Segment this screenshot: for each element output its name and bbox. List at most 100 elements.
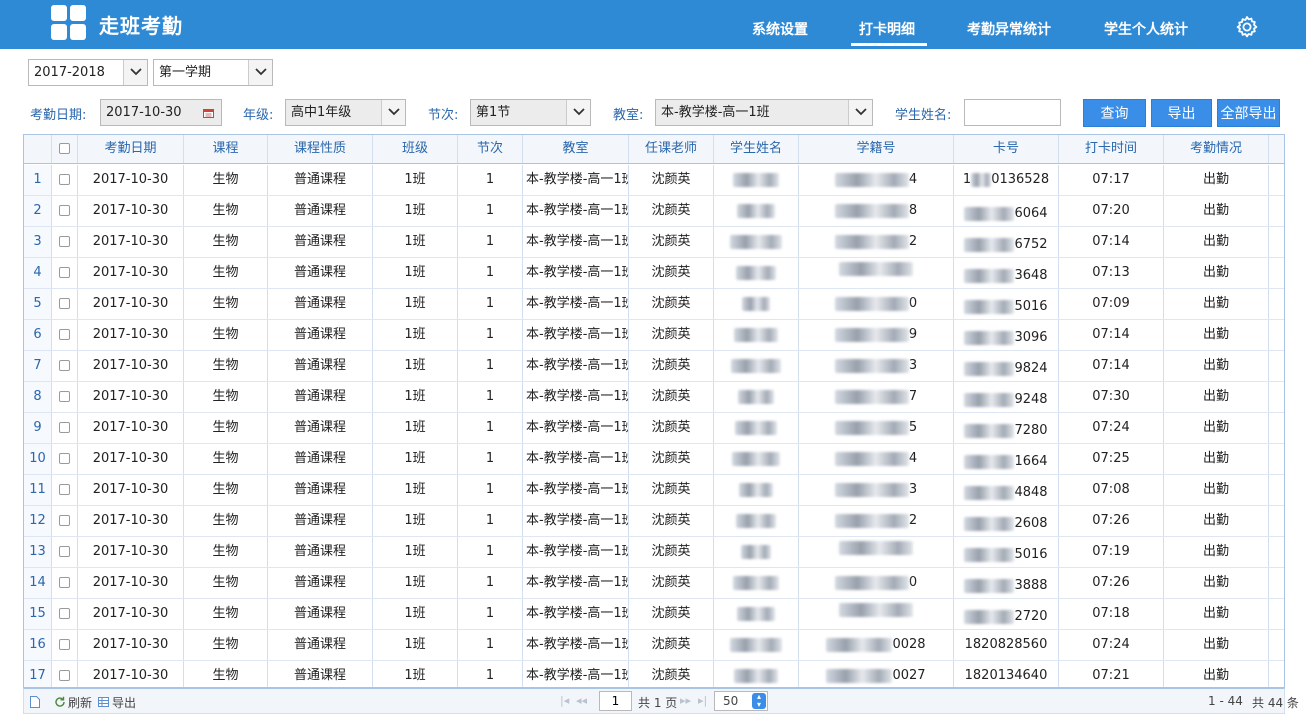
redacted-student-name <box>736 265 776 280</box>
first-page-icon[interactable]: |◂ <box>560 694 569 707</box>
table-row[interactable]: 10 2017-10-30 生物 普通课程 1班 1 本-教学楼-高一1班 沈颜英 4 1664 0… <box>24 444 1284 475</box>
period-select[interactable]: 第1节 <box>470 99 591 126</box>
classroom-select[interactable]: 本-教学楼-高一1班 <box>655 99 873 126</box>
table-row[interactable]: 12 2017-10-30 生物 普通课程 1班 1 本-教学楼-高一1班 沈颜英 2 2608 0… <box>24 506 1284 537</box>
date-field[interactable]: 2017-10-30 <box>100 99 222 126</box>
cell-course: 生物 <box>184 289 268 319</box>
row-checkbox[interactable] <box>52 568 78 598</box>
row-checkbox[interactable] <box>52 227 78 257</box>
table-row[interactable]: 6 2017-10-30 生物 普通课程 1班 1 本-教学楼-高一1班 沈颜英 9 3096 07… <box>24 320 1284 351</box>
student-name-input[interactable] <box>964 99 1061 126</box>
cell-punch-time: 07:17 <box>1059 165 1164 195</box>
pager-export-button[interactable]: 导出 <box>112 694 136 711</box>
refresh-icon[interactable] <box>54 696 66 708</box>
redacted-card-number <box>964 238 1015 252</box>
table-row[interactable]: 16 2017-10-30 生物 普通课程 1班 1 本-教学楼-高一1班 沈颜英 0028 18… <box>24 630 1284 661</box>
table-row[interactable]: 9 2017-10-30 生物 普通课程 1班 1 本-教学楼-高一1班 沈颜英 5 7280 07… <box>24 413 1284 444</box>
redacted-student-name <box>732 451 780 466</box>
cell-classroom: 本-教学楼-高一1班 <box>523 568 629 598</box>
table-row[interactable]: 1 2017-10-30 生物 普通课程 1班 1 本-教学楼-高一1班 沈颜英 4 1 01365… <box>24 165 1284 196</box>
row-checkbox[interactable] <box>52 351 78 381</box>
cell-classroom: 本-教学楼-高一1班 <box>523 258 629 288</box>
table-row[interactable]: 3 2017-10-30 生物 普通课程 1班 1 本-教学楼-高一1班 沈颜英 2 6752 07… <box>24 227 1284 258</box>
grade-select[interactable]: 高中1年级 <box>285 99 406 126</box>
row-checkbox[interactable] <box>52 258 78 288</box>
table-row[interactable]: 8 2017-10-30 生物 普通课程 1班 1 本-教学楼-高一1班 沈颜英 7 9248 07… <box>24 382 1284 413</box>
page-size-value: 50 <box>723 694 739 708</box>
cell-card-number: 6064 <box>954 196 1059 226</box>
cell-student-name <box>714 165 799 195</box>
cell-card-number: 3096 <box>954 320 1059 350</box>
row-checkbox[interactable] <box>52 196 78 226</box>
attendance-table: 考勤日期 课程 课程性质 班级 节次 教室 任课老师 学生姓名 学籍号 卡号 打卡时间 考勤情况 12… <box>23 134 1285 688</box>
gear-icon[interactable] <box>1235 15 1259 39</box>
row-checkbox[interactable] <box>52 537 78 567</box>
export-button[interactable]: 导出 <box>1151 99 1212 127</box>
cell-attendance-status: 出勤 <box>1164 537 1269 567</box>
cell-course-type: 普通课程 <box>268 165 373 195</box>
page-size-select[interactable]: 50 ▴ ▾ <box>714 691 768 711</box>
select-all-checkbox[interactable] <box>52 135 78 163</box>
table-row[interactable]: 17 2017-10-30 生物 普通课程 1班 1 本-教学楼-高一1班 沈颜英 0027 18… <box>24 661 1284 687</box>
table-row[interactable]: 14 2017-10-30 生物 普通课程 1班 1 本-教学楼-高一1班 沈颜英 0 3888 0… <box>24 568 1284 599</box>
calendar-icon[interactable] <box>203 108 214 118</box>
row-checkbox[interactable] <box>52 630 78 660</box>
redacted-student-id <box>839 603 913 617</box>
cell-punch-time: 07:13 <box>1059 258 1164 288</box>
row-checkbox[interactable] <box>52 320 78 350</box>
row-checkbox[interactable] <box>52 599 78 629</box>
school-year-select[interactable]: 2017-2018 <box>28 59 148 86</box>
page-number-input[interactable] <box>599 691 632 711</box>
table-row[interactable]: 5 2017-10-30 生物 普通课程 1班 1 本-教学楼-高一1班 沈颜英 0 5016 07… <box>24 289 1284 320</box>
row-checkbox[interactable] <box>52 475 78 505</box>
cell-student-name <box>714 537 799 567</box>
row-checkbox[interactable] <box>52 289 78 319</box>
last-page-icon[interactable]: ▸| <box>698 694 707 707</box>
table-row[interactable]: 11 2017-10-30 生物 普通课程 1班 1 本-教学楼-高一1班 沈颜英 3 4848 0… <box>24 475 1284 506</box>
grade-value: 高中1年级 <box>291 105 352 120</box>
export-all-button[interactable]: 全部导出 <box>1217 99 1280 127</box>
term-select[interactable]: 第一学期 <box>153 59 273 86</box>
table-row[interactable]: 2 2017-10-30 生物 普通课程 1班 1 本-教学楼-高一1班 沈颜英 8 6064 07… <box>24 196 1284 227</box>
nav-student-stats[interactable]: 学生个人统计 <box>1104 19 1188 39</box>
table-row[interactable]: 15 2017-10-30 生物 普通课程 1班 1 本-教学楼-高一1班 沈颜英 2720 07… <box>24 599 1284 630</box>
nav-system-settings[interactable]: 系统设置 <box>752 19 808 39</box>
cell-student-id: 8 <box>799 196 954 226</box>
cell-card-number: 5016 <box>954 537 1059 567</box>
cell-student-name <box>714 444 799 474</box>
row-checkbox[interactable] <box>52 165 78 195</box>
table-row[interactable]: 13 2017-10-30 生物 普通课程 1班 1 本-教学楼-高一1班 沈颜英 5016 07… <box>24 537 1284 568</box>
row-checkbox[interactable] <box>52 661 78 687</box>
cell-class: 1班 <box>373 258 458 288</box>
redacted-card-number <box>964 455 1015 469</box>
table-export-icon[interactable] <box>98 697 109 707</box>
row-checkbox[interactable] <box>52 413 78 443</box>
row-checkbox[interactable] <box>52 506 78 536</box>
cell-date: 2017-10-30 <box>78 351 184 381</box>
refresh-button[interactable]: 刷新 <box>68 694 92 711</box>
table-row[interactable]: 4 2017-10-30 生物 普通课程 1班 1 本-教学楼-高一1班 沈颜英 3648 07:… <box>24 258 1284 289</box>
cell-student-name <box>714 351 799 381</box>
cell-course-type: 普通课程 <box>268 413 373 443</box>
cell-row-number: 12 <box>24 506 52 536</box>
redacted-student-name <box>731 358 781 373</box>
query-button[interactable]: 查询 <box>1083 99 1146 127</box>
redacted-card-number <box>964 486 1015 500</box>
cell-teacher: 沈颜英 <box>629 537 714 567</box>
next-page-icon[interactable]: ▸▸ <box>680 694 691 707</box>
redacted-student-name <box>737 606 775 621</box>
prev-page-icon[interactable]: ◂◂ <box>576 694 587 707</box>
document-icon[interactable] <box>30 696 40 708</box>
card-number-tail: 1820828560 <box>964 637 1048 652</box>
cell-class: 1班 <box>373 599 458 629</box>
table-row[interactable]: 7 2017-10-30 生物 普通课程 1班 1 本-教学楼-高一1班 沈颜英 3 9824 07… <box>24 351 1284 382</box>
nav-abnormal-stats[interactable]: 考勤异常统计 <box>967 19 1051 39</box>
cell-class: 1班 <box>373 568 458 598</box>
row-checkbox[interactable] <box>52 444 78 474</box>
cell-course: 生物 <box>184 165 268 195</box>
cell-teacher: 沈颜英 <box>629 382 714 412</box>
cell-teacher: 沈颜英 <box>629 258 714 288</box>
nav-punch-details[interactable]: 打卡明细 <box>859 19 915 39</box>
row-checkbox[interactable] <box>52 382 78 412</box>
grade-label: 年级: <box>243 108 274 123</box>
